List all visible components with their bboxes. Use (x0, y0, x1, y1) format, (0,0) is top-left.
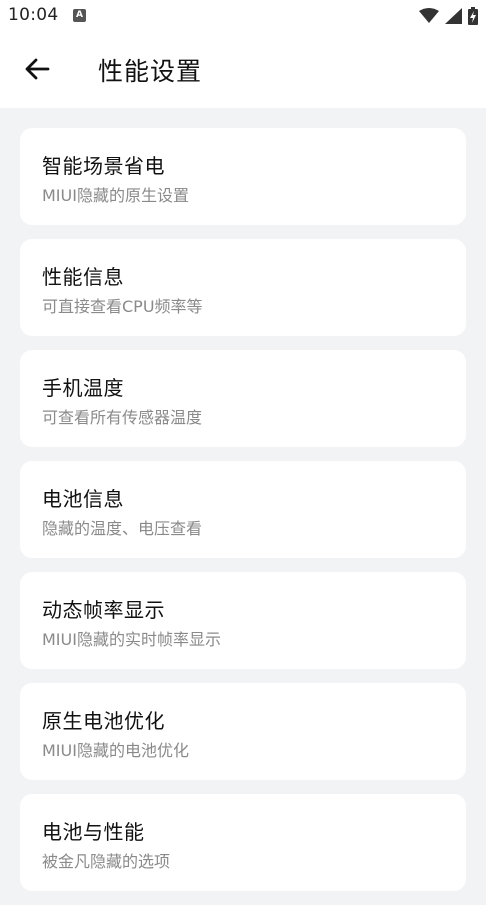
setting-native-battery-optimization[interactable]: 原生电池优化 MIUI隐藏的电池优化 (20, 683, 466, 780)
header: 性能设置 (0, 32, 486, 108)
setting-subtitle: 可直接查看CPU频率等 (42, 297, 203, 316)
setting-title: 电池与性能 (42, 820, 145, 844)
setting-title: 性能信息 (42, 265, 124, 289)
battery-charging-icon (468, 7, 478, 29)
setting-title: 原生电池优化 (42, 709, 165, 733)
status-time: 10:04 (8, 5, 59, 25)
setting-subtitle: MIUI隐藏的实时帧率显示 (42, 630, 221, 649)
setting-title: 电池信息 (42, 487, 124, 511)
setting-title: 动态帧率显示 (42, 598, 165, 622)
arrow-left-icon (24, 58, 50, 84)
setting-performance-info[interactable]: 性能信息 可直接查看CPU频率等 (20, 239, 466, 336)
status-icons (419, 7, 478, 29)
setting-dynamic-frame-rate[interactable]: 动态帧率显示 MIUI隐藏的实时帧率显示 (20, 572, 466, 669)
notification-icon: A (73, 9, 86, 22)
status-bar: 10:04 A (0, 0, 486, 32)
setting-subtitle: 被金凡隐藏的选项 (42, 852, 171, 871)
setting-battery-and-performance[interactable]: 电池与性能 被金凡隐藏的选项 (20, 794, 466, 891)
wifi-icon (419, 8, 439, 28)
setting-title: 手机温度 (42, 376, 124, 400)
setting-subtitle: 隐藏的温度、电压查看 (42, 519, 203, 538)
signal-icon (445, 8, 462, 28)
setting-subtitle: MIUI隐藏的原生设置 (42, 186, 189, 205)
setting-title: 智能场景省电 (42, 154, 165, 178)
setting-battery-info[interactable]: 电池信息 隐藏的温度、电压查看 (20, 461, 466, 558)
setting-smart-scene-power-saving[interactable]: 智能场景省电 MIUI隐藏的原生设置 (20, 128, 466, 225)
settings-list: 智能场景省电 MIUI隐藏的原生设置 性能信息 可直接查看CPU频率等 手机温度… (20, 128, 466, 905)
setting-subtitle: 可查看所有传感器温度 (42, 408, 203, 427)
setting-subtitle: MIUI隐藏的电池优化 (42, 741, 189, 760)
setting-phone-temperature[interactable]: 手机温度 可查看所有传感器温度 (20, 350, 466, 447)
page-title: 性能设置 (98, 57, 203, 86)
back-button[interactable] (20, 54, 54, 88)
